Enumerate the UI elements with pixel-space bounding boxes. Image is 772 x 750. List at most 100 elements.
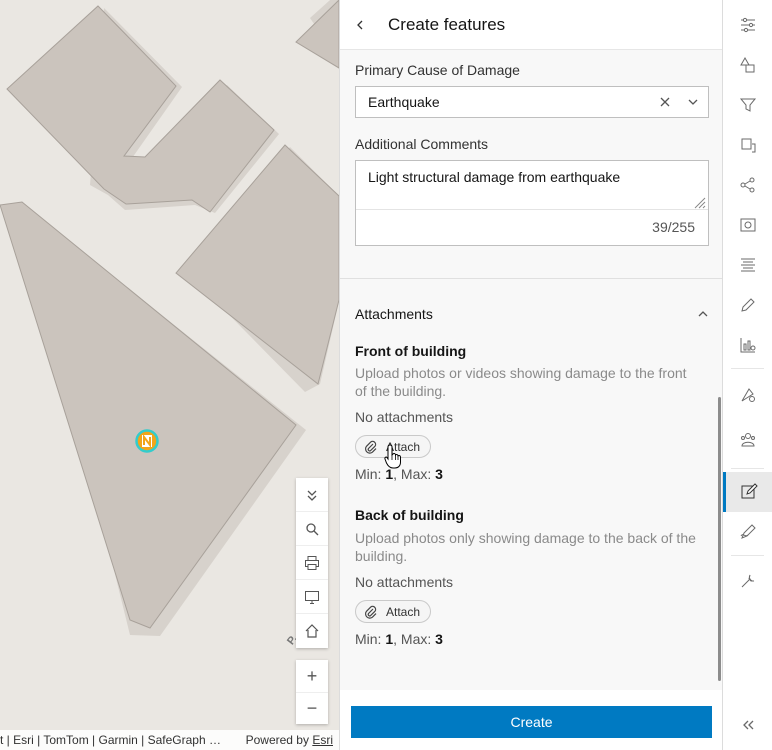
action-sketch[interactable] bbox=[723, 512, 772, 552]
camera-settings-icon bbox=[740, 218, 755, 232]
chevron-left-icon bbox=[357, 20, 363, 29]
cause-combobox[interactable]: Earthquake bbox=[355, 86, 709, 118]
action-measure[interactable] bbox=[723, 375, 772, 415]
chevrons-down-icon bbox=[307, 490, 317, 501]
min-label: Min: bbox=[355, 631, 386, 647]
create-button[interactable]: Create bbox=[351, 706, 712, 738]
max-label: , Max: bbox=[393, 466, 436, 482]
map-toolbar bbox=[296, 478, 328, 648]
comments-label: Additional Comments bbox=[355, 136, 489, 152]
network-icon bbox=[740, 177, 754, 193]
pencil-icon bbox=[740, 298, 755, 312]
attachment-limits: Min: 1, Max: 3 bbox=[355, 466, 443, 482]
map-view[interactable]: P... Ave + − oft | Esri | TomTom | Garmi… bbox=[0, 0, 339, 750]
section-divider bbox=[340, 278, 723, 279]
layer-edit-icon bbox=[741, 138, 755, 153]
max-label: , Max: bbox=[393, 631, 436, 647]
clear-button[interactable] bbox=[652, 87, 678, 117]
action-styles[interactable] bbox=[723, 45, 772, 85]
home-icon bbox=[305, 624, 319, 638]
action-filter[interactable] bbox=[723, 85, 772, 125]
action-layer-edit[interactable] bbox=[723, 125, 772, 165]
print-button[interactable] bbox=[296, 546, 328, 580]
max-value: 3 bbox=[435, 631, 443, 647]
panel-scrollbar[interactable] bbox=[718, 397, 721, 681]
attach-button-label: Attach bbox=[386, 604, 421, 619]
action-tools[interactable] bbox=[723, 561, 772, 601]
zoom-out-button[interactable]: − bbox=[296, 692, 328, 724]
search-icon bbox=[306, 522, 319, 535]
monitor-icon bbox=[305, 590, 319, 604]
action-list[interactable] bbox=[723, 245, 772, 285]
close-icon bbox=[660, 97, 670, 107]
character-count: 39/255 bbox=[652, 219, 695, 235]
chevron-up-icon bbox=[698, 311, 708, 317]
max-value: 3 bbox=[435, 466, 443, 482]
action-properties[interactable] bbox=[723, 5, 772, 45]
action-edit-pencil[interactable] bbox=[723, 285, 772, 325]
action-chart[interactable] bbox=[723, 325, 772, 365]
esri-link[interactable]: Esri bbox=[312, 733, 333, 747]
comments-textarea[interactable]: Light structural damage from earthquake bbox=[356, 161, 708, 210]
edit-square-icon bbox=[741, 483, 758, 499]
attachment-group-title: Front of building bbox=[355, 343, 467, 359]
measure-icon bbox=[741, 388, 755, 402]
cause-value[interactable]: Earthquake bbox=[356, 94, 652, 110]
create-features-panel: Create features Primary Cause of Damage … bbox=[339, 0, 723, 750]
attachment-group-description: Upload photos only showing damage to the… bbox=[355, 530, 696, 564]
attachment-limits: Min: 1, Max: 3 bbox=[355, 631, 443, 647]
min-value: 1 bbox=[385, 631, 394, 647]
sketch-icon bbox=[740, 524, 756, 539]
back-button[interactable] bbox=[340, 0, 380, 50]
min-value: 1 bbox=[385, 466, 394, 482]
action-divider bbox=[731, 555, 764, 556]
filter-icon bbox=[739, 98, 756, 112]
fullscreen-button[interactable] bbox=[296, 580, 328, 614]
action-divider bbox=[731, 368, 764, 369]
comments-field: Light structural damage from earthquake … bbox=[355, 160, 709, 246]
paperclip-icon bbox=[365, 605, 377, 619]
powered-by: Powered by Esri bbox=[242, 730, 339, 750]
shapes-icon bbox=[739, 56, 754, 73]
collapse-tools-button[interactable] bbox=[296, 478, 328, 512]
powered-by-label: Powered by bbox=[245, 733, 309, 747]
wrench-icon bbox=[741, 574, 754, 588]
paperclip-icon bbox=[365, 440, 377, 454]
action-divider bbox=[731, 468, 764, 469]
attachment-group-description: Upload photos or videos showing damage t… bbox=[355, 365, 687, 399]
attachments-section-header[interactable]: Attachments bbox=[355, 304, 709, 324]
search-button[interactable] bbox=[296, 512, 328, 546]
resize-grip-icon[interactable] bbox=[692, 195, 706, 209]
action-create-features[interactable] bbox=[723, 472, 772, 512]
chevrons-left-icon bbox=[742, 720, 753, 730]
action-bar bbox=[722, 0, 772, 750]
list-icon bbox=[740, 258, 755, 272]
home-button[interactable] bbox=[296, 614, 328, 648]
action-network[interactable] bbox=[723, 165, 772, 205]
dropdown-button[interactable] bbox=[678, 87, 708, 117]
min-label: Min: bbox=[355, 466, 386, 482]
attribution-text[interactable]: oft | Esri | TomTom | Garmin | SafeGraph… bbox=[0, 730, 242, 750]
attachment-status: No attachments bbox=[355, 574, 454, 590]
cause-label: Primary Cause of Damage bbox=[355, 62, 520, 78]
people-icon bbox=[740, 433, 755, 447]
map-attribution: oft | Esri | TomTom | Garmin | SafeGraph… bbox=[0, 730, 339, 750]
attachment-group-title: Back of building bbox=[355, 507, 464, 523]
action-camera-settings[interactable] bbox=[723, 205, 772, 245]
panel-title: Create features bbox=[388, 14, 506, 34]
feature-marker-icon[interactable] bbox=[135, 429, 159, 453]
sliders-icon bbox=[740, 17, 755, 33]
chart-icon bbox=[740, 338, 755, 353]
action-people[interactable] bbox=[723, 420, 772, 460]
panel-header: Create features bbox=[340, 0, 723, 50]
attach-button[interactable]: Attach bbox=[355, 600, 431, 623]
attachments-title: Attachments bbox=[355, 306, 433, 322]
attachment-status: No attachments bbox=[355, 409, 454, 425]
print-icon bbox=[305, 555, 319, 570]
attach-button-label: Attach bbox=[386, 439, 421, 454]
zoom-in-button[interactable]: + bbox=[296, 660, 328, 692]
action-collapse[interactable] bbox=[723, 705, 772, 745]
zoom-controls: + − bbox=[296, 660, 328, 724]
attach-button[interactable]: Attach bbox=[355, 435, 431, 458]
chevron-down-icon bbox=[688, 99, 698, 105]
